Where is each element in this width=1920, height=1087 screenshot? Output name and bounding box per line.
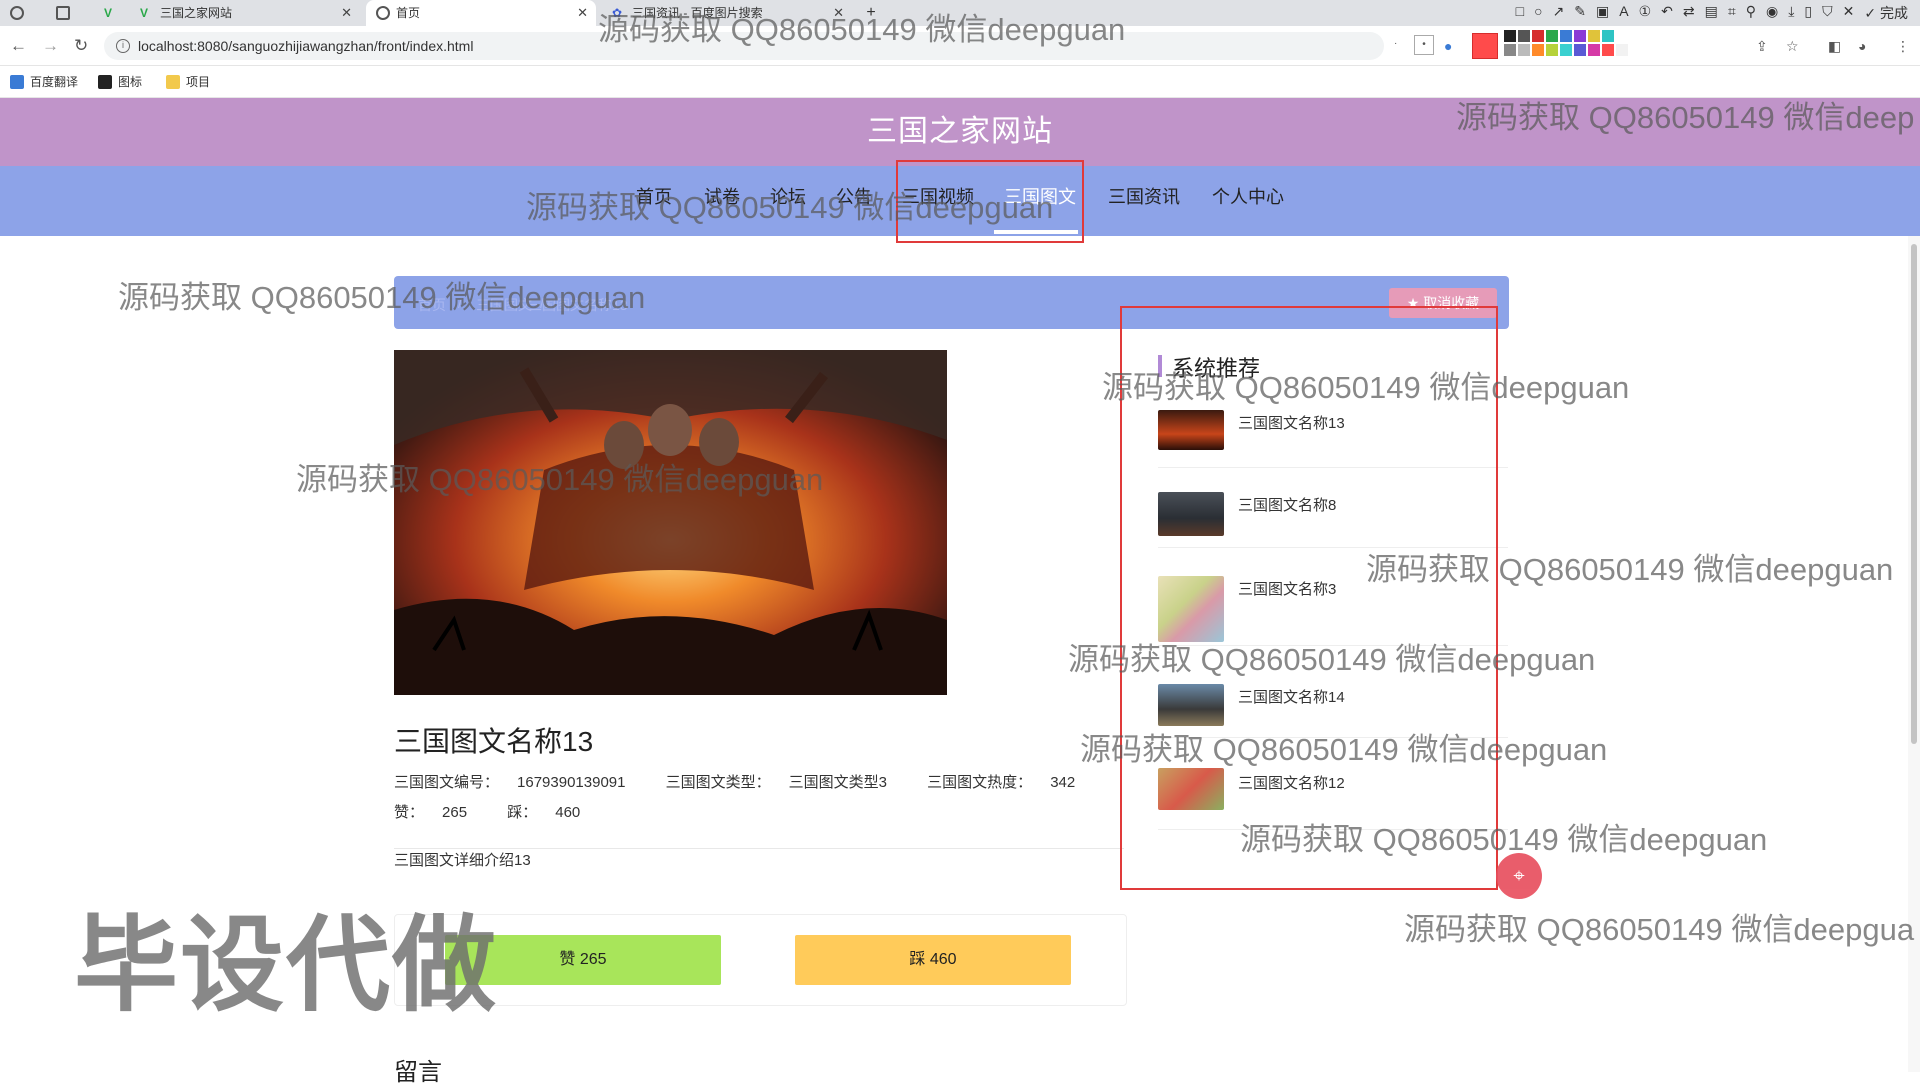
record-icon[interactable]: ◉: [1766, 3, 1778, 23]
rectangle-tool-icon[interactable]: □: [1516, 3, 1524, 23]
meta-id: 三国图文编号： 1679390139091: [394, 774, 626, 791]
watermark: 源码获取 QQ86050149 微信deepguan: [118, 280, 646, 315]
watermark: 源码获取 QQ86050149 微信deepgua: [1404, 912, 1915, 947]
phone-icon[interactable]: ▯: [1804, 3, 1812, 23]
page-icon: [56, 6, 70, 20]
stamp-watermark: 毕设代做: [74, 904, 499, 1026]
ocr-icon[interactable]: ▤: [1705, 3, 1718, 23]
vue-icon: V: [104, 6, 113, 20]
color-swatch[interactable]: [1588, 30, 1600, 42]
menu-icon[interactable]: ⋮: [1896, 38, 1910, 55]
image-icon: [98, 75, 112, 89]
watermark: 源码获取 QQ86050149 微信deepguan: [1102, 370, 1630, 405]
article-image: [394, 350, 947, 695]
watermark: 源码获取 QQ86050149 微信deep: [1456, 100, 1915, 135]
color-swatch[interactable]: [1602, 44, 1614, 56]
folder-icon: [166, 75, 180, 89]
download-icon[interactable]: ⤓: [1788, 3, 1794, 23]
color-swatch[interactable]: [1616, 30, 1628, 42]
forward-icon[interactable]: →: [42, 36, 59, 56]
text-tool-icon[interactable]: A: [1619, 3, 1628, 23]
arrow-tool-icon[interactable]: ↗: [1553, 3, 1565, 23]
watermark: 源码获取 QQ86050149 微信deepguan: [1068, 642, 1596, 677]
color-swatch[interactable]: [1518, 44, 1530, 56]
size-medium-icon[interactable]: •: [1414, 35, 1434, 55]
translate-icon: [10, 75, 24, 89]
size-large-icon[interactable]: ●: [1444, 38, 1452, 54]
meta-likes: 赞： 265: [394, 804, 468, 821]
browser-tab[interactable]: V: [96, 0, 126, 26]
translate-icon[interactable]: ⇄: [1683, 3, 1695, 23]
article-intro: 三国图文详细介绍13: [394, 852, 531, 869]
color-swatch[interactable]: [1532, 30, 1544, 42]
color-swatch[interactable]: [1518, 30, 1530, 42]
ellipse-tool-icon[interactable]: ○: [1534, 3, 1542, 23]
size-small-icon[interactable]: ·: [1394, 38, 1397, 49]
share-icon[interactable]: ⇪: [1756, 38, 1768, 55]
color-swatch[interactable]: [1504, 30, 1516, 42]
profile-icon[interactable]: ◕: [1858, 38, 1866, 54]
nav-item-profile[interactable]: 个人中心: [1212, 166, 1284, 236]
browser-tab-active[interactable]: 首页 ✕: [366, 0, 596, 26]
mosaic-tool-icon[interactable]: ▣: [1596, 3, 1609, 23]
watermark: 源码获取 QQ86050149 微信deepguan: [1240, 822, 1768, 857]
cursor-marker-icon: ⌖: [1496, 853, 1542, 899]
color-swatch[interactable]: [1574, 30, 1586, 42]
browser-tab[interactable]: [0, 0, 40, 26]
done-button[interactable]: ✓ 完成: [1864, 3, 1908, 23]
reload-icon[interactable]: ↻: [74, 36, 88, 56]
star-icon[interactable]: ☆: [1786, 38, 1799, 55]
bookmark-item[interactable]: 图标: [98, 74, 142, 90]
article-title: 三国图文名称13: [394, 726, 594, 757]
scan-icon[interactable]: ⌗: [1728, 3, 1736, 23]
comments-heading: 留言: [394, 1059, 442, 1086]
color-swatch[interactable]: [1560, 44, 1572, 56]
scrollbar-thumb[interactable]: [1911, 244, 1917, 744]
side-panel-icon[interactable]: ◧: [1828, 38, 1841, 55]
globe-icon: [376, 6, 390, 20]
close-tab-icon[interactable]: ✕: [341, 0, 352, 26]
color-swatch[interactable]: [1504, 44, 1516, 56]
nav-item-news[interactable]: 三国资讯: [1108, 166, 1180, 236]
color-swatch[interactable]: [1602, 30, 1614, 42]
watermark: 源码获取 QQ86050149 微信deepguan: [526, 190, 1054, 225]
current-color-swatch[interactable]: [1472, 33, 1498, 59]
pin-icon[interactable]: ⚲: [1746, 3, 1756, 23]
watermark: 源码获取 QQ86050149 微信deepguan: [1366, 552, 1894, 587]
bookmark-item[interactable]: 百度翻译: [10, 74, 78, 90]
number-tool-icon[interactable]: ①: [1639, 3, 1652, 23]
close-tab-icon[interactable]: ✕: [577, 0, 588, 26]
color-swatch[interactable]: [1588, 44, 1600, 56]
dislike-button[interactable]: 踩 460: [795, 935, 1071, 985]
color-swatch[interactable]: [1574, 44, 1586, 56]
watermark: 源码获取 QQ86050149 微信deepguan: [598, 12, 1126, 47]
vote-panel: 赞 265 踩 460: [394, 914, 1127, 1006]
capture-toolbar: □ ○ ↗ ✎ ▣ A ① ↶ ⇄ ▤ ⌗ ⚲ ◉ ⤓ ▯ ⛉ ✕ ✓ 完成: [1516, 3, 1908, 23]
browser-tab-site[interactable]: V 三国之家网站 ✕: [130, 0, 360, 26]
vue-icon: V: [140, 6, 149, 20]
back-icon[interactable]: ←: [10, 36, 27, 56]
undo-icon[interactable]: ↶: [1661, 3, 1673, 23]
color-swatch[interactable]: [1616, 44, 1628, 56]
watermark: 源码获取 QQ86050149 微信deepguan: [296, 462, 824, 497]
article-meta: 三国图文编号： 1679390139091 三国图文类型： 三国图文类型3 三国图文…: [394, 768, 1124, 828]
close-capture-icon[interactable]: ✕: [1843, 3, 1855, 23]
watermark: 源码获取 QQ86050149 微信deepguan: [1080, 732, 1608, 767]
color-swatch[interactable]: [1560, 30, 1572, 42]
globe-icon: [10, 6, 24, 20]
meta-heat: 三国图文热度： 342: [927, 774, 1076, 791]
bookmark-icon[interactable]: ⛉: [1822, 3, 1833, 23]
browser-tab[interactable]: [44, 0, 94, 26]
bookmark-item[interactable]: 项目: [166, 74, 210, 90]
info-icon[interactable]: i: [116, 39, 130, 53]
meta-type: 三国图文类型： 三国图文类型3: [665, 774, 887, 791]
meta-dislikes: 踩： 460: [507, 804, 581, 821]
divider: [394, 848, 1124, 849]
color-swatch[interactable]: [1546, 30, 1558, 42]
color-swatch[interactable]: [1546, 44, 1558, 56]
pen-tool-icon[interactable]: ✎: [1574, 3, 1586, 23]
color-palette[interactable]: [1504, 30, 1628, 56]
color-swatch[interactable]: [1532, 44, 1544, 56]
